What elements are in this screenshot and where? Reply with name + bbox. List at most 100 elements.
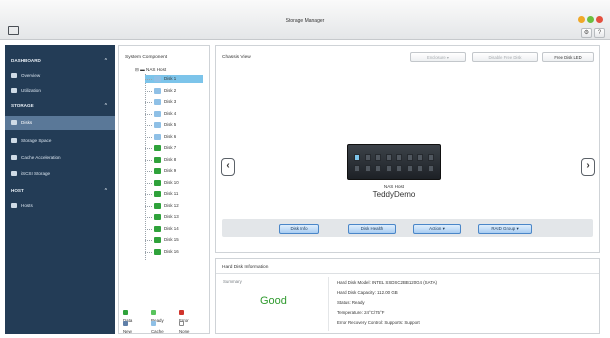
tree-item-disk[interactable]: Disk 9: [145, 167, 203, 175]
disk-icon: [154, 145, 161, 151]
chassis-view-title: Chassis View: [222, 55, 251, 60]
sidebar-item-storage-space[interactable]: Storage Space: [5, 134, 115, 148]
tree-item-disk[interactable]: Disk 16: [145, 248, 203, 256]
tree-item-disk[interactable]: Disk 15: [145, 236, 203, 244]
tree-item-label: Disk 16: [164, 248, 179, 254]
tree-item-label: Disk 2: [164, 87, 177, 93]
disk-model: Hard Disk Model: INTEL SSDSC2BB120G4 (SA…: [337, 280, 437, 285]
action-bar: Disk Info Disk Health Action ▾ RAID Grou…: [222, 219, 593, 237]
drive-bay[interactable]: [354, 154, 360, 161]
utilization-icon: [11, 88, 17, 93]
tree-item-disk[interactable]: Disk 12: [145, 202, 203, 210]
nas-chassis-image[interactable]: [347, 144, 441, 180]
drive-bay[interactable]: [406, 165, 413, 172]
chevron-up-icon: ⌃: [103, 188, 108, 194]
minimize-dot-icon[interactable]: [578, 16, 585, 23]
tree-item-disk[interactable]: Disk 3: [145, 98, 203, 106]
help-icon[interactable]: ?: [594, 28, 605, 38]
data-legend-icon: [123, 310, 128, 315]
system-component-panel: System Component ⊟ ▬ NAS Host Disk 1 Disk…: [118, 45, 210, 334]
drive-bay[interactable]: [375, 165, 381, 172]
tree-item-label: Disk 4: [164, 110, 177, 116]
tree-item-label: Disk 11: [164, 191, 179, 196]
tree-item-disk[interactable]: Disk 7: [145, 144, 203, 152]
drive-bay[interactable]: [417, 154, 423, 161]
nav-section-dashboard[interactable]: DASHBOARD ⌃: [5, 55, 115, 67]
drive-bay[interactable]: [385, 154, 392, 161]
tree-item-disk[interactable]: Disk 6: [145, 133, 203, 141]
hosts-icon: [11, 203, 17, 208]
nav-section-host[interactable]: HOST ⌃: [5, 185, 115, 197]
divider: [216, 273, 599, 274]
drive-bay[interactable]: [417, 165, 423, 172]
tree-item-disk[interactable]: Disk 11: [145, 190, 203, 198]
tree-item-label: Disk 13: [164, 214, 179, 219]
disk-icon: [154, 168, 161, 174]
nav-section-storage[interactable]: STORAGE ⌃: [5, 100, 115, 112]
drive-bay[interactable]: [427, 165, 434, 172]
close-dot-icon[interactable]: [596, 16, 603, 23]
tree-item-label: Disk 1: [164, 76, 177, 81]
nas-device-name: TeddyDemo: [372, 190, 416, 199]
disk-icon: [154, 133, 161, 140]
raid-group-dropdown[interactable]: RAID Group ▾: [478, 224, 532, 234]
ready-legend-icon: [151, 310, 156, 315]
summary-label: Summary: [223, 279, 242, 284]
maximize-dot-icon[interactable]: [587, 16, 594, 23]
sidebar-item-iscsi-storage[interactable]: iSCSI Storage: [5, 167, 115, 181]
disk-health-button[interactable]: Disk Health: [348, 224, 396, 234]
none-legend-icon: [179, 321, 184, 326]
disk-icon: [154, 248, 161, 255]
disable-free-disk-button[interactable]: Disable Free Disk: [472, 52, 538, 62]
tree-item-label: Disk 9: [164, 168, 177, 173]
error-legend-icon: [179, 310, 184, 315]
sidebar-item-cache-acceleration[interactable]: Cache Acceleration: [5, 151, 115, 165]
new-legend-icon: [123, 321, 128, 326]
tree-item-label: Disk 7: [164, 145, 177, 150]
chassis-view-panel: Chassis View Enclosure ▾ Disable Free Di…: [215, 45, 600, 253]
chevron-right-icon[interactable]: ›: [581, 158, 595, 176]
tree-item-label: Disk 6: [164, 133, 177, 139]
tree-item-label: Disk 15: [164, 237, 179, 242]
tree-item-disk[interactable]: Disk 14: [145, 225, 203, 233]
tree-item-disk[interactable]: Disk 8: [145, 156, 203, 164]
nas-device-label: NAS Host: [383, 184, 405, 189]
tree-item-disk[interactable]: Disk 13: [145, 213, 203, 221]
enclosure-dropdown[interactable]: Enclosure ▾: [410, 52, 466, 62]
drive-bay[interactable]: [396, 165, 402, 172]
tree-item-disk[interactable]: Disk 10: [145, 179, 203, 187]
settings-icon[interactable]: ⚙: [581, 28, 592, 38]
drive-bay[interactable]: [354, 165, 360, 172]
cache-icon: [11, 155, 17, 160]
drive-bay[interactable]: [385, 165, 392, 172]
sidebar-item-overview[interactable]: Overview: [5, 69, 115, 83]
chevron-left-icon[interactable]: ‹: [221, 158, 235, 176]
free-disk-led-button[interactable]: Free Disk LED: [542, 52, 594, 62]
drive-bay[interactable]: [427, 154, 434, 161]
drive-bay[interactable]: [406, 154, 413, 161]
tree-item-label: Disk 8: [164, 156, 177, 162]
error-recovery-control: Error Recovery Control: Supports: Suppor…: [337, 320, 420, 325]
storage-manager-icon: [8, 26, 19, 35]
disk-icon: [154, 76, 161, 82]
disks-icon: [11, 120, 17, 125]
drive-bay[interactable]: [396, 154, 402, 161]
chevron-up-icon: ⌃: [103, 58, 108, 64]
drive-bay[interactable]: [364, 154, 371, 161]
action-dropdown[interactable]: Action ▾: [413, 224, 461, 234]
drive-bay[interactable]: [375, 154, 381, 161]
drive-bay[interactable]: [364, 165, 371, 172]
disk-icon: [154, 110, 161, 117]
sidebar: DASHBOARD ⌃ Overview Utilization STORAGE ⌃…: [5, 45, 115, 334]
tree-item-disk[interactable]: Disk 4: [145, 110, 203, 118]
sidebar-item-utilization[interactable]: Utilization: [5, 84, 115, 98]
sidebar-item-disks[interactable]: Disks: [5, 116, 115, 130]
chevron-up-icon: ⌃: [103, 103, 108, 109]
disk-icon: [154, 191, 161, 197]
tree-item-disk[interactable]: Disk 2: [145, 87, 203, 95]
sidebar-item-hosts[interactable]: Hosts: [5, 199, 115, 213]
tree-item-disk[interactable]: Disk 1: [145, 75, 203, 83]
tree-root-nas-host[interactable]: ⊟ ▬ NAS Host: [135, 66, 166, 73]
tree-item-disk[interactable]: Disk 5: [145, 121, 203, 129]
disk-info-button[interactable]: Disk Info: [279, 224, 319, 234]
